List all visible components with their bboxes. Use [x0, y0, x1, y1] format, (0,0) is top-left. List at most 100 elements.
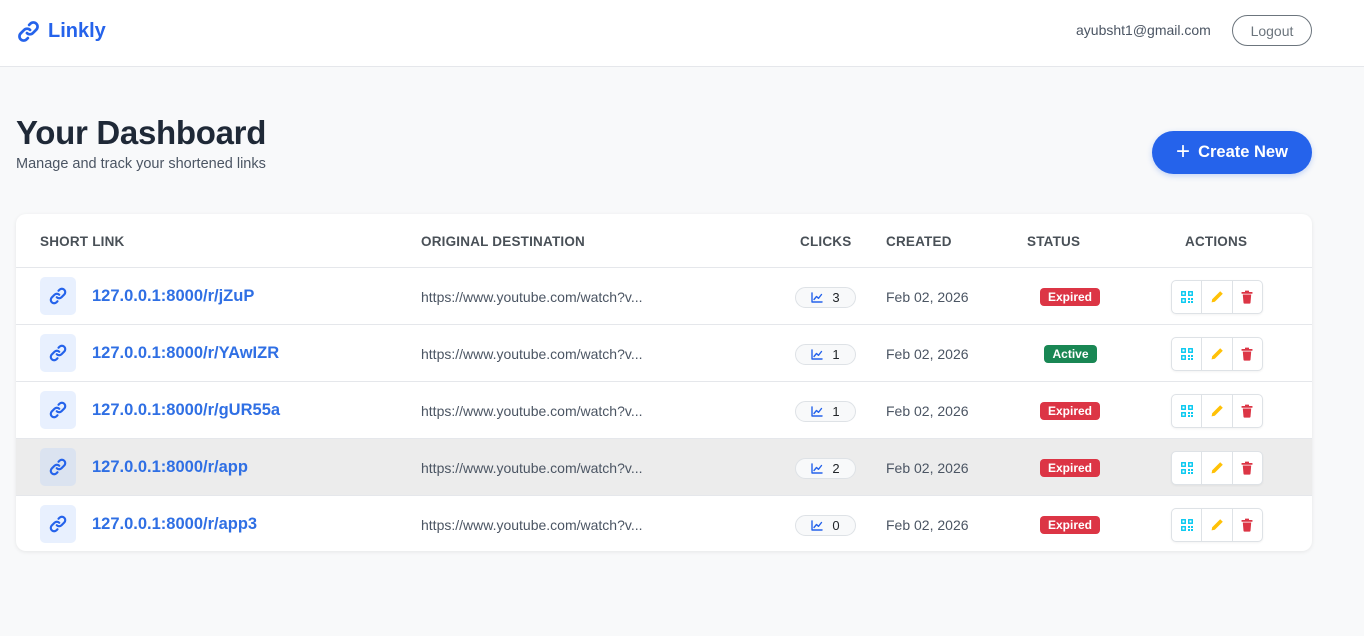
row-actions — [1171, 394, 1263, 428]
create-new-label: Create New — [1198, 143, 1288, 161]
qr-code-button[interactable] — [1172, 452, 1201, 484]
clicks-badge: 2 — [795, 458, 856, 479]
column-header-destination: ORIGINAL DESTINATION — [421, 234, 586, 249]
delete-button[interactable] — [1231, 509, 1262, 541]
column-header-created: CREATED — [886, 234, 952, 249]
short-link[interactable]: 127.0.0.1:8000/r/YAwIZR — [92, 344, 279, 363]
create-new-button[interactable]: + Create New — [1152, 131, 1312, 174]
clicks-count: 3 — [832, 290, 840, 305]
chart-line-icon — [811, 349, 824, 360]
link-icon — [18, 20, 39, 42]
original-destination: https://www.youtube.com/watch?v... — [421, 289, 643, 305]
row-actions — [1171, 508, 1263, 542]
pencil-icon — [1211, 405, 1223, 417]
table-row: 127.0.0.1:8000/r/app3 https://www.youtub… — [16, 495, 1312, 551]
chart-line-icon — [811, 520, 824, 531]
original-destination: https://www.youtube.com/watch?v... — [421, 460, 643, 476]
edit-button[interactable] — [1201, 509, 1231, 541]
original-destination: https://www.youtube.com/watch?v... — [421, 346, 643, 362]
navbar: Linkly ayubsht1@gmail.com Logout — [0, 0, 1364, 67]
row-actions — [1171, 451, 1263, 485]
column-header-clicks: CLICKS — [800, 234, 852, 249]
status-badge: Expired — [1040, 459, 1100, 477]
status-badge: Expired — [1040, 516, 1100, 534]
created-date: Feb 02, 2026 — [886, 289, 969, 305]
trash-icon — [1241, 290, 1253, 304]
table-row: 127.0.0.1:8000/r/jZuP https://www.youtub… — [16, 267, 1312, 324]
edit-button[interactable] — [1201, 338, 1231, 370]
chart-line-icon — [811, 406, 824, 417]
original-destination: https://www.youtube.com/watch?v... — [421, 403, 643, 419]
clicks-count: 1 — [832, 347, 840, 362]
page-title: Your Dashboard — [16, 114, 267, 151]
delete-button[interactable] — [1231, 281, 1262, 313]
link-icon — [49, 287, 67, 305]
created-date: Feb 02, 2026 — [886, 517, 969, 533]
created-date: Feb 02, 2026 — [886, 346, 969, 362]
short-link[interactable]: 127.0.0.1:8000/r/app — [92, 458, 248, 477]
created-date: Feb 02, 2026 — [886, 460, 969, 476]
delete-button[interactable] — [1231, 452, 1262, 484]
link-icon-box — [40, 448, 76, 486]
qr-code-button[interactable] — [1172, 281, 1201, 313]
short-link[interactable]: 127.0.0.1:8000/r/gUR55a — [92, 401, 280, 420]
link-icon-box — [40, 391, 76, 429]
column-header-actions: ACTIONS — [1185, 234, 1248, 249]
delete-button[interactable] — [1231, 338, 1262, 370]
link-icon-box — [40, 334, 76, 372]
chart-line-icon — [811, 463, 824, 474]
status-badge: Active — [1044, 345, 1097, 363]
clicks-count: 0 — [832, 518, 840, 533]
edit-button[interactable] — [1201, 281, 1231, 313]
plus-icon: + — [1176, 137, 1191, 165]
clicks-count: 1 — [832, 404, 840, 419]
page-subtitle: Manage and track your shortened links — [16, 156, 266, 172]
column-header-status: STATUS — [1027, 234, 1081, 249]
link-icon — [49, 458, 67, 476]
chart-line-icon — [811, 292, 824, 303]
qr-code-icon — [1180, 405, 1193, 417]
pencil-icon — [1211, 348, 1223, 360]
table-row: 127.0.0.1:8000/r/gUR55a https://www.yout… — [16, 381, 1312, 438]
qr-code-button[interactable] — [1172, 395, 1201, 427]
qr-code-icon — [1180, 462, 1193, 474]
table-row: 127.0.0.1:8000/r/app https://www.youtube… — [16, 438, 1312, 495]
table-header: SHORT LINK ORIGINAL DESTINATION CLICKS C… — [16, 214, 1312, 267]
pencil-icon — [1211, 291, 1223, 303]
qr-code-icon — [1180, 348, 1193, 360]
link-icon — [49, 344, 67, 362]
clicks-badge: 3 — [795, 287, 856, 308]
trash-icon — [1241, 404, 1253, 418]
row-actions — [1171, 337, 1263, 371]
logout-button[interactable]: Logout — [1232, 15, 1312, 46]
user-email: ayubsht1@gmail.com — [1076, 22, 1211, 38]
qr-code-button[interactable] — [1172, 338, 1201, 370]
trash-icon — [1241, 461, 1253, 475]
qr-code-icon — [1180, 291, 1193, 303]
original-destination: https://www.youtube.com/watch?v... — [421, 517, 643, 533]
link-icon-box — [40, 505, 76, 543]
short-link[interactable]: 127.0.0.1:8000/r/jZuP — [92, 287, 254, 306]
pencil-icon — [1211, 462, 1223, 474]
link-icon — [49, 401, 67, 419]
pencil-icon — [1211, 519, 1223, 531]
edit-button[interactable] — [1201, 395, 1231, 427]
column-header-short-link: SHORT LINK — [40, 234, 125, 249]
table-row: 127.0.0.1:8000/r/YAwIZR https://www.yout… — [16, 324, 1312, 381]
trash-icon — [1241, 518, 1253, 532]
short-link[interactable]: 127.0.0.1:8000/r/app3 — [92, 515, 257, 534]
trash-icon — [1241, 347, 1253, 361]
delete-button[interactable] — [1231, 395, 1262, 427]
created-date: Feb 02, 2026 — [886, 403, 969, 419]
qr-code-icon — [1180, 519, 1193, 531]
clicks-badge: 1 — [795, 344, 856, 365]
qr-code-button[interactable] — [1172, 509, 1201, 541]
links-table: SHORT LINK ORIGINAL DESTINATION CLICKS C… — [16, 214, 1312, 551]
edit-button[interactable] — [1201, 452, 1231, 484]
brand-logo[interactable]: Linkly — [16, 17, 106, 45]
status-badge: Expired — [1040, 402, 1100, 420]
row-actions — [1171, 280, 1263, 314]
status-badge: Expired — [1040, 288, 1100, 306]
clicks-count: 2 — [832, 461, 840, 476]
brand-name: Linkly — [48, 19, 106, 42]
